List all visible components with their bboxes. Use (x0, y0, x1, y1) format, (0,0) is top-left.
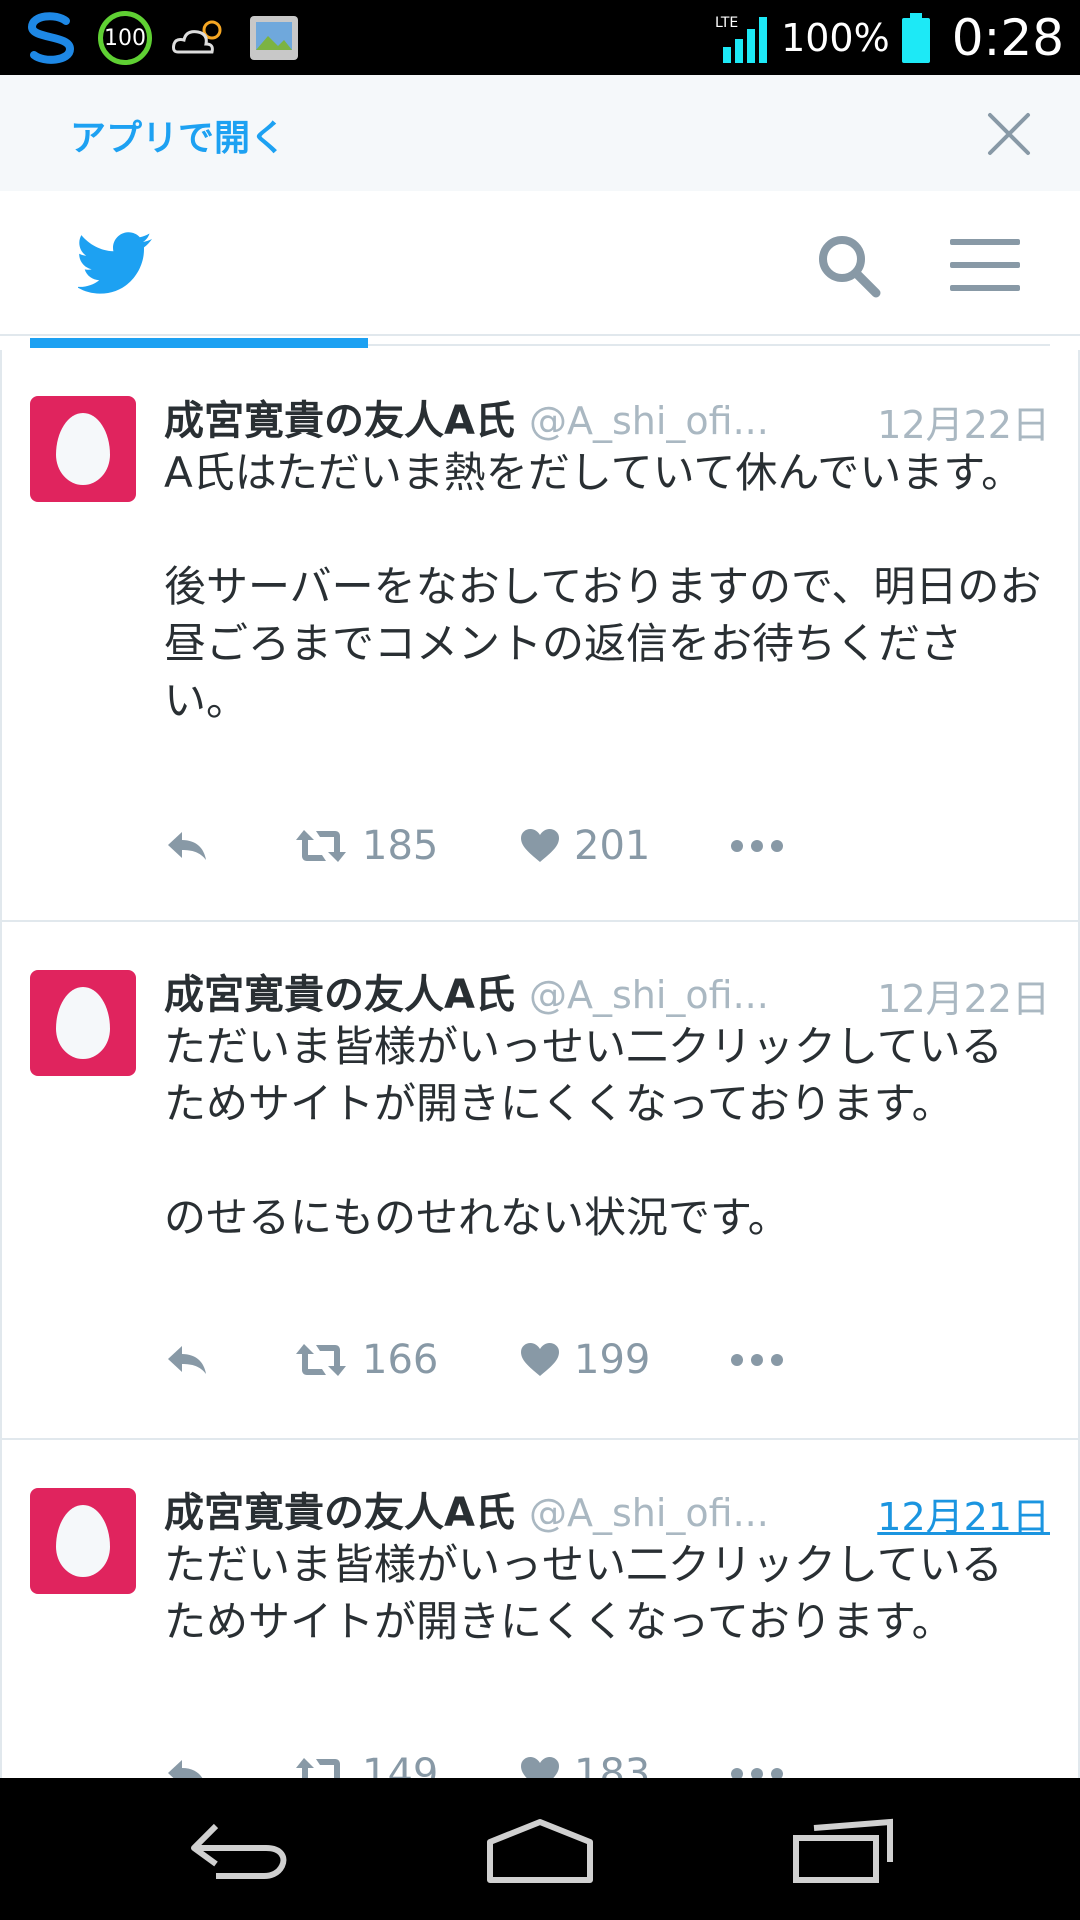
more-dots-icon (731, 1354, 783, 1366)
s-app-icon (27, 12, 75, 64)
like-count: 199 (574, 1337, 651, 1383)
active-tab-indicator (30, 338, 368, 348)
open-in-app-banner: アプリで開く (0, 75, 1080, 191)
twitter-bird-icon[interactable] (78, 231, 154, 295)
author-handle[interactable]: @A_shi_ofi... (529, 399, 769, 443)
more-options-button[interactable] (730, 1330, 784, 1390)
battery-saver-icon: 100 (98, 11, 152, 65)
more-dots-icon (731, 840, 783, 852)
status-bar-system: LTE 100% 0:28 (715, 6, 1064, 70)
author-name[interactable]: 成宮寛貴の友人A氏 (164, 962, 515, 1020)
status-bar-notifications: 100 (22, 8, 300, 68)
like-button[interactable]: 199 (520, 1330, 650, 1390)
default-egg-avatar (56, 1505, 110, 1577)
more-options-button[interactable] (730, 816, 784, 876)
reply-button[interactable] (164, 1330, 210, 1390)
gallery-icon (250, 16, 298, 60)
weather-icon (172, 20, 222, 54)
heart-icon (521, 1343, 559, 1376)
tab-indicator (30, 338, 1050, 350)
battery-icon (901, 13, 930, 63)
home-icon[interactable] (484, 1812, 596, 1888)
author-name[interactable]: 成宮寛貴の友人A氏 (164, 388, 515, 446)
hamburger-menu-icon[interactable] (950, 235, 1020, 295)
author-handle[interactable]: @A_shi_ofi... (529, 1491, 769, 1535)
timeline: 成宮寛貴の友人A氏 @A_shi_ofi... 12月22日 A氏はただいま熱を… (0, 350, 1080, 1778)
author-name[interactable]: 成宮寛貴の友人A氏 (164, 1480, 515, 1538)
reply-icon (168, 1346, 206, 1374)
tweet-date[interactable]: 12月22日 (877, 968, 1050, 1023)
retweet-count: 166 (362, 1337, 439, 1383)
tweet[interactable]: 成宮寛貴の友人A氏 @A_shi_ofi... 12月22日 A氏はただいま熱を… (2, 350, 1078, 922)
tweet-actions: 166 199 (164, 1330, 864, 1390)
avatar[interactable] (30, 396, 136, 502)
avatar[interactable] (30, 970, 136, 1076)
more-dots-icon (731, 1768, 783, 1778)
default-egg-avatar (56, 987, 110, 1059)
open-in-app-link[interactable]: アプリで開く (70, 109, 286, 161)
retweet-count: 185 (362, 823, 439, 869)
retweet-icon (296, 1344, 346, 1376)
retweet-button[interactable]: 149 (294, 1744, 438, 1778)
default-egg-avatar (56, 413, 110, 485)
battery-saver-label: 100 (104, 25, 146, 51)
retweet-icon (296, 830, 346, 862)
tweet[interactable]: 成宮寛貴の友人A氏 @A_shi_ofi... 12月21日 ただいま皆様がいっ… (2, 1442, 1078, 1778)
close-icon[interactable] (986, 111, 1032, 157)
avatar[interactable] (30, 1488, 136, 1594)
more-options-button[interactable] (730, 1744, 784, 1778)
top-navigation (0, 191, 1080, 336)
clock: 0:28 (951, 9, 1064, 67)
reply-icon (168, 832, 206, 860)
tweet-text: ただいま皆様がいっせい二クリックしているためサイトが開きにくくなっております。 … (164, 1022, 1003, 1242)
heart-icon (521, 1757, 559, 1778)
like-count: 183 (574, 1751, 651, 1778)
tweet-actions: 185 201 (164, 816, 864, 876)
tweet-header: 成宮寛貴の友人A氏 @A_shi_ofi... (164, 388, 769, 444)
author-handle[interactable]: @A_shi_ofi... (529, 973, 769, 1017)
reply-icon (168, 1760, 203, 1778)
recents-icon[interactable] (790, 1812, 896, 1888)
tweet-actions: 149 183 (164, 1744, 864, 1778)
tab-indicator-track (368, 344, 1050, 346)
like-button[interactable]: 183 (520, 1744, 650, 1778)
retweet-button[interactable]: 166 (294, 1330, 438, 1390)
like-button[interactable]: 201 (520, 816, 650, 876)
reply-button[interactable] (164, 1744, 210, 1778)
back-icon[interactable] (186, 1812, 292, 1888)
tweet-text: ただいま皆様がいっせい二クリックしているためサイトが開きにくくなっております。 (164, 1540, 1003, 1646)
tweet-text: A氏はただいま熱をだしていて休んでいます。 後サーバーをなおしておりますので、明… (164, 448, 1042, 725)
heart-icon (521, 829, 559, 862)
like-count: 201 (574, 823, 651, 869)
reply-button[interactable] (164, 816, 210, 876)
retweet-icon (296, 1758, 340, 1778)
search-icon[interactable] (816, 233, 882, 299)
tweet[interactable]: 成宮寛貴の友人A氏 @A_shi_ofi... 12月22日 ただいま皆様がいっ… (2, 924, 1078, 1440)
tweet-header: 成宮寛貴の友人A氏 @A_shi_ofi... (164, 962, 769, 1018)
tweet-header: 成宮寛貴の友人A氏 @A_shi_ofi... (164, 1480, 769, 1536)
battery-percent: 100% (781, 16, 890, 60)
network-type-label: LTE (715, 15, 738, 31)
tweet-date[interactable]: 12月21日 (877, 1486, 1050, 1541)
retweet-button[interactable]: 185 (294, 816, 438, 876)
tweet-date[interactable]: 12月22日 (877, 394, 1050, 449)
signal-icon: LTE (715, 15, 768, 63)
retweet-count: 149 (362, 1751, 439, 1778)
status-bar: 100 LTE 100% 0:28 (0, 0, 1080, 75)
system-navigation-bar (0, 1778, 1080, 1920)
